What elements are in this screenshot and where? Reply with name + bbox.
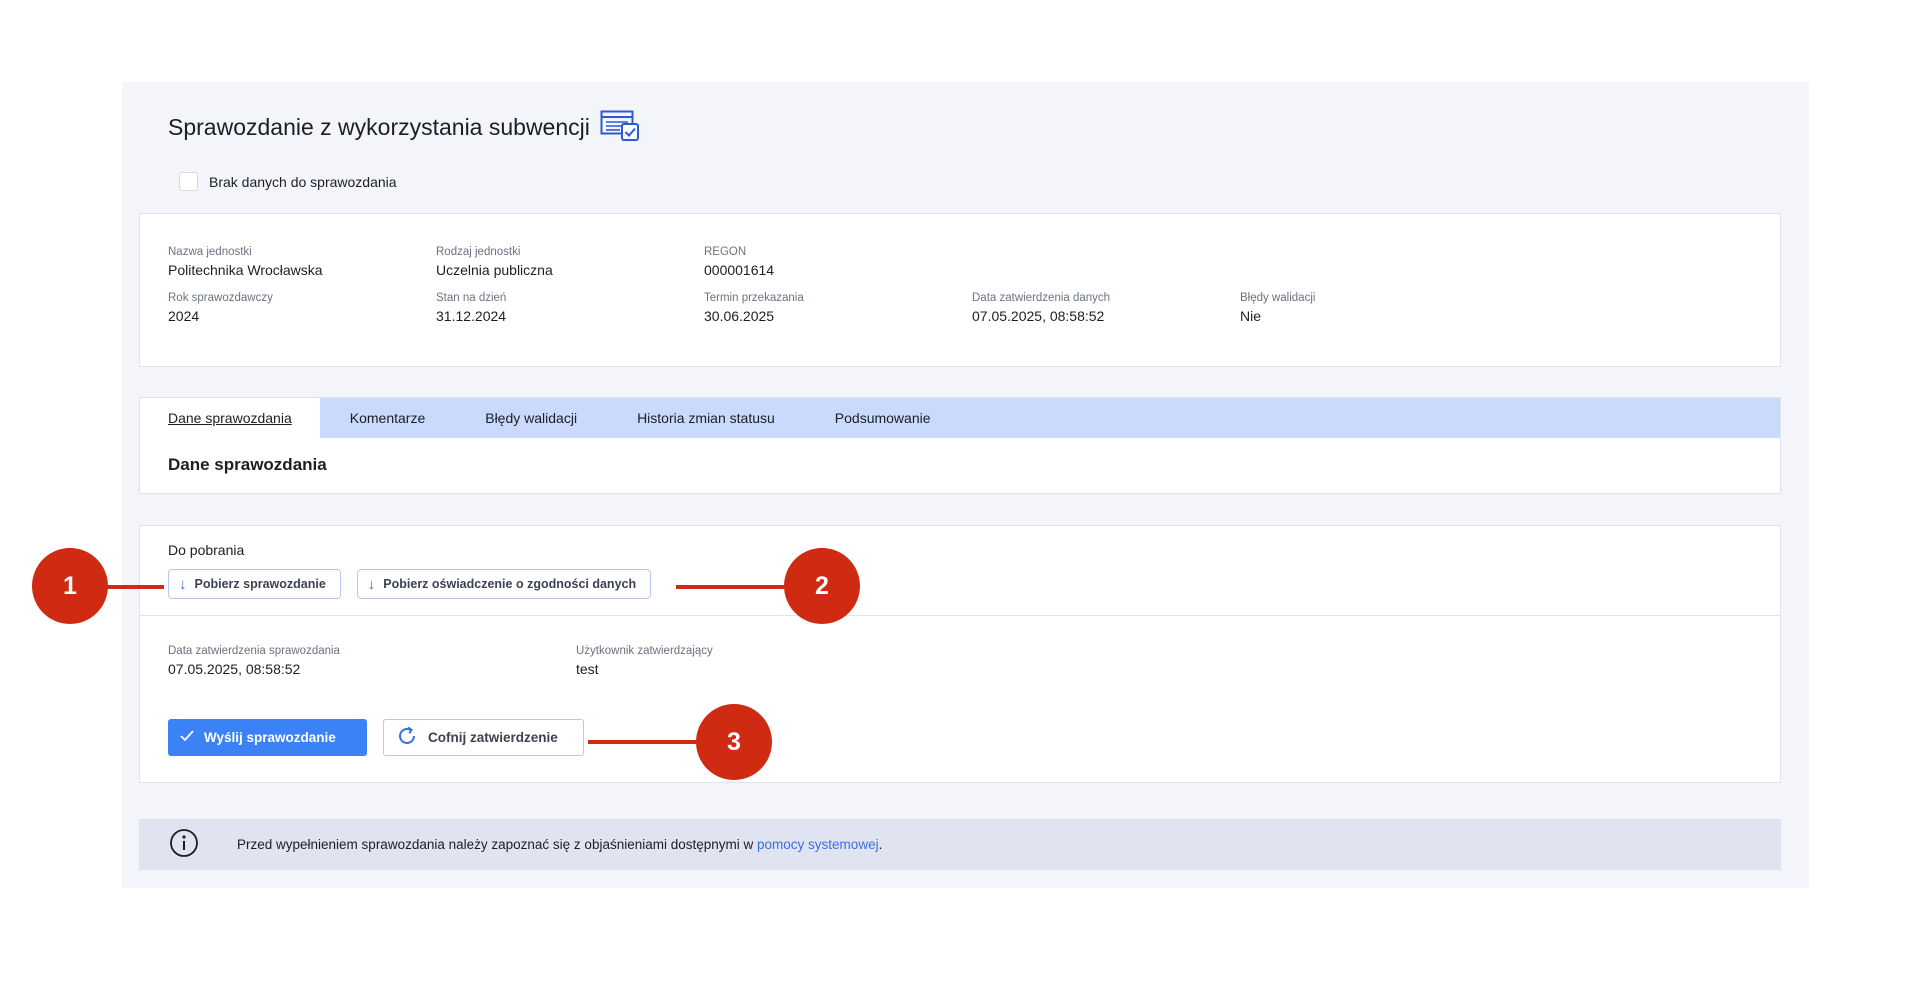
unit-info-grid: Nazwa jednostki Politechnika Wrocławska … bbox=[168, 246, 1508, 324]
field-value: Politechnika Wrocławska bbox=[168, 262, 323, 278]
field-label: Rodzaj jednostki bbox=[436, 246, 521, 258]
page-header: Sprawozdanie z wykorzystania subwencji bbox=[168, 110, 640, 144]
arrow-down-icon: ↓ bbox=[179, 575, 187, 593]
download-statement-label: Pobierz oświadczenie o zgodności danych bbox=[383, 577, 637, 591]
approval-meta: Data zatwierdzenia sprawozdania 07.05.20… bbox=[168, 645, 984, 677]
no-data-checkbox[interactable] bbox=[179, 172, 198, 191]
no-data-label: Brak danych do sprawozdania bbox=[209, 173, 397, 190]
downloads-card: Do pobrania ↓ Pobierz sprawozdanie ↓ Pob… bbox=[139, 525, 1781, 783]
validation-errors-field: Błędy walidacji Nie bbox=[1240, 292, 1508, 324]
regon-field: REGON 000001614 bbox=[704, 246, 972, 278]
field-label: Termin przekazania bbox=[704, 292, 804, 304]
field-value: 07.05.2025, 08:58:52 bbox=[972, 308, 1105, 324]
tab-bar: Dane sprawozdania Komentarze Błędy walid… bbox=[140, 398, 1780, 438]
field-value: 07.05.2025, 08:58:52 bbox=[168, 661, 301, 677]
field-label: REGON bbox=[704, 246, 747, 258]
section-title: Dane sprawozdania bbox=[168, 455, 327, 474]
field-value: 2024 bbox=[168, 308, 200, 324]
tab-status-history[interactable]: Historia zmian statusu bbox=[607, 398, 805, 438]
field-value: Uczelnia publiczna bbox=[436, 262, 553, 278]
state-date-field: Stan na dzień 31.12.2024 bbox=[436, 292, 704, 324]
field-value: test bbox=[576, 661, 599, 677]
tab-report-data[interactable]: Dane sprawozdania bbox=[140, 398, 320, 438]
callout-1-leader bbox=[106, 585, 164, 589]
tab-validation-errors[interactable]: Błędy walidacji bbox=[455, 398, 607, 438]
divider bbox=[140, 615, 1780, 616]
notice-text: Przed wypełnieniem sprawozdania należy z… bbox=[237, 837, 882, 852]
callout-2: 2 bbox=[784, 548, 860, 624]
system-help-link[interactable]: pomocy systemowej bbox=[757, 837, 879, 852]
field-label: Data zatwierdzenia danych bbox=[972, 292, 1111, 304]
field-label: Rok sprawozdawczy bbox=[168, 292, 273, 304]
callout-3-leader bbox=[588, 740, 698, 744]
download-buttons: ↓ Pobierz sprawozdanie ↓ Pobierz oświadc… bbox=[168, 569, 652, 599]
callout-1: 1 bbox=[32, 548, 108, 624]
tab-comments[interactable]: Komentarze bbox=[320, 398, 455, 438]
tab-summary[interactable]: Podsumowanie bbox=[805, 398, 961, 438]
approval-date-field: Data zatwierdzenia sprawozdania 07.05.20… bbox=[168, 645, 576, 677]
notice-suffix: . bbox=[878, 837, 883, 852]
check-icon bbox=[180, 730, 194, 745]
help-notice: Przed wypełnieniem sprawozdania należy z… bbox=[139, 819, 1781, 870]
downloads-label: Do pobrania bbox=[168, 542, 245, 558]
refresh-icon bbox=[396, 725, 418, 750]
report-panel: Sprawozdanie z wykorzystania subwencji B… bbox=[122, 82, 1809, 888]
field-value: 000001614 bbox=[704, 262, 775, 278]
download-report-label: Pobierz sprawozdanie bbox=[194, 577, 326, 591]
field-value: 31.12.2024 bbox=[436, 308, 507, 324]
field-label: Błędy walidacji bbox=[1240, 292, 1316, 304]
arrow-down-icon: ↓ bbox=[367, 575, 376, 593]
callout-3: 3 bbox=[696, 704, 772, 780]
field-label: Użytkownik zatwierdzający bbox=[576, 645, 713, 657]
download-statement-button[interactable]: ↓ Pobierz oświadczenie o zgodności danyc… bbox=[356, 569, 652, 599]
unit-type-field: Rodzaj jednostki Uczelnia publiczna bbox=[436, 246, 704, 278]
notice-body: Przed wypełnieniem sprawozdania należy z… bbox=[237, 837, 758, 852]
field-label: Data zatwierdzenia sprawozdania bbox=[168, 645, 340, 657]
tabs-card: Dane sprawozdania Komentarze Błędy walid… bbox=[139, 397, 1781, 494]
unit-info-card: Nazwa jednostki Politechnika Wrocławska … bbox=[139, 213, 1781, 367]
send-report-label: Wyślij sprawozdanie bbox=[204, 730, 336, 745]
callout-2-leader bbox=[676, 585, 786, 589]
unit-name-field: Nazwa jednostki Politechnika Wrocławska bbox=[168, 246, 436, 278]
field-value: 30.06.2025 bbox=[704, 308, 775, 324]
empty-cell bbox=[972, 246, 1240, 278]
field-label: Stan na dzień bbox=[436, 292, 507, 304]
page-title: Sprawozdanie z wykorzystania subwencji bbox=[168, 113, 590, 140]
field-value: Nie bbox=[1240, 308, 1262, 324]
report-year-field: Rok sprawozdawczy 2024 bbox=[168, 292, 436, 324]
data-approval-date-field: Data zatwierdzenia danych 07.05.2025, 08… bbox=[972, 292, 1240, 324]
info-icon bbox=[169, 828, 199, 861]
undo-approval-button[interactable]: Cofnij zatwierdzenie bbox=[383, 719, 584, 756]
approving-user-field: Użytkownik zatwierdzający test bbox=[576, 645, 984, 677]
undo-approval-label: Cofnij zatwierdzenie bbox=[428, 730, 558, 745]
field-label: Nazwa jednostki bbox=[168, 246, 252, 258]
empty-cell bbox=[1240, 246, 1508, 278]
report-check-icon bbox=[600, 110, 640, 144]
send-report-button[interactable]: Wyślij sprawozdanie bbox=[168, 719, 367, 756]
download-report-button[interactable]: ↓ Pobierz sprawozdanie bbox=[168, 569, 341, 599]
action-buttons: Wyślij sprawozdanie Cofnij zatwierdzenie bbox=[168, 719, 584, 756]
no-data-checkbox-row[interactable]: Brak danych do sprawozdania bbox=[179, 172, 397, 191]
deadline-field: Termin przekazania 30.06.2025 bbox=[704, 292, 972, 324]
